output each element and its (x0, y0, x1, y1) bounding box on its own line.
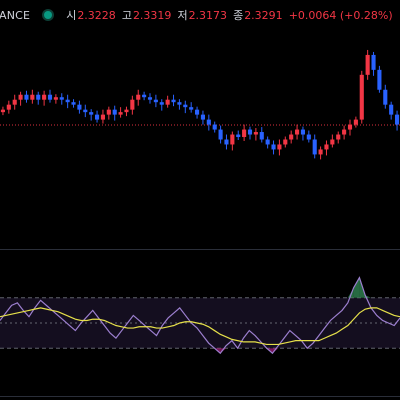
candle-body (6, 104, 11, 110)
candle-body (377, 69, 382, 90)
market-status-icon (44, 11, 53, 19)
price-pane[interactable] (0, 20, 400, 249)
candle-body (95, 114, 100, 120)
candle-body (30, 94, 35, 100)
candle-body (389, 104, 394, 115)
candle-body (306, 134, 311, 140)
candle-body (336, 134, 341, 140)
candle-body (342, 129, 347, 135)
candle-body (24, 94, 29, 100)
candle-body (177, 102, 182, 105)
candle-body (183, 104, 188, 108)
rsi-pane[interactable] (0, 250, 400, 396)
candle-body (353, 119, 358, 125)
candle-body (153, 99, 158, 103)
candle-body (71, 102, 76, 105)
candle-body (142, 94, 147, 98)
candle-body (118, 112, 123, 115)
candle-body (53, 97, 58, 100)
candle-body (12, 99, 17, 105)
candle-body (147, 97, 153, 100)
candle-body (247, 129, 253, 135)
candle-body (330, 139, 335, 145)
candle-body (324, 144, 329, 150)
candle-body (195, 109, 200, 115)
candle-body (159, 102, 164, 105)
candle-body (165, 99, 170, 105)
candle-body (277, 144, 282, 150)
time-axis-border (0, 396, 400, 397)
candle-body (112, 109, 117, 115)
candle-body (318, 149, 323, 155)
candle-body (189, 107, 194, 110)
candle-body (124, 109, 129, 113)
candle-body (236, 134, 241, 138)
candle-body (106, 109, 111, 115)
candle-body (212, 124, 217, 130)
candle-body (224, 139, 229, 145)
candle-body (36, 94, 41, 100)
overbought-fill (353, 277, 360, 298)
candle-body (65, 99, 70, 103)
candle-body (312, 139, 317, 155)
candle-body (47, 94, 53, 100)
candle-body (130, 99, 135, 110)
candle-body (359, 74, 364, 120)
candle-body (300, 129, 305, 135)
candle-body (283, 139, 288, 145)
candle-body (18, 94, 23, 100)
candle-body (171, 99, 176, 103)
candle-body (59, 97, 64, 100)
candle-body (289, 134, 294, 140)
candle-body (100, 114, 105, 120)
candle-body (200, 114, 205, 120)
candle-body (295, 129, 300, 135)
candle-body (242, 129, 247, 138)
candle-body (365, 54, 370, 75)
candle-body (395, 114, 400, 125)
candle-body (83, 109, 88, 113)
trading-chart: ANCE 시 2.3228 고 2.3319 저 2.3173 종 2.3291… (0, 0, 400, 400)
candle-body (271, 144, 276, 150)
candle-body (259, 132, 264, 140)
candle-body (347, 124, 353, 130)
candle-body (136, 94, 141, 100)
candle-body (371, 54, 376, 70)
candle-body (253, 132, 258, 135)
candle-body (89, 112, 94, 115)
candle-body (206, 119, 211, 125)
candle-body (383, 89, 388, 105)
candle-body (42, 94, 47, 100)
candle-body (230, 134, 235, 145)
candle-body (218, 129, 223, 140)
candle-body (265, 139, 270, 145)
candle-body (77, 104, 82, 110)
candle-body (0, 109, 6, 113)
